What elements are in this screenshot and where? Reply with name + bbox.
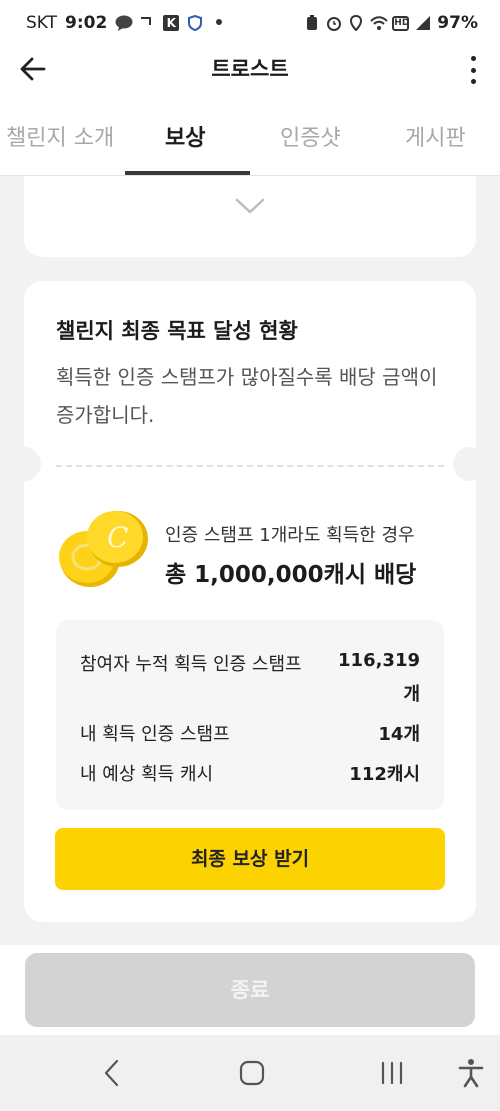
battery-percent: 97% xyxy=(437,13,478,33)
talk-notification-icon xyxy=(115,15,133,31)
chevron-down-icon[interactable] xyxy=(234,196,266,220)
tab-challenge-intro[interactable]: 챌린지 소개 xyxy=(6,120,114,152)
location-icon xyxy=(348,14,364,32)
stat-value-my-stamps: 14개 xyxy=(378,724,420,745)
more-vert-icon[interactable] xyxy=(468,56,478,84)
nav-back-icon[interactable] xyxy=(92,1055,132,1091)
wifi-icon xyxy=(370,15,389,31)
stat-unit-total-stamps: 개 xyxy=(403,684,420,705)
app-bar: 트로스트 xyxy=(0,46,500,92)
stat-value-total-stamps: 116,319 xyxy=(338,650,420,671)
tab-reward[interactable]: 보상 xyxy=(165,120,205,152)
app-notification-icon: K xyxy=(163,15,180,31)
bottom-action-area: 종료 xyxy=(0,945,500,1035)
nav-recents-icon[interactable] xyxy=(372,1055,412,1091)
collapsed-card xyxy=(24,176,476,257)
svg-text:C: C xyxy=(107,521,128,554)
tab-board[interactable]: 게시판 xyxy=(405,120,466,152)
card-title: 챌린지 최종 목표 달성 현황 xyxy=(56,319,298,343)
accessibility-icon[interactable] xyxy=(451,1055,491,1091)
dashed-divider xyxy=(56,465,444,467)
hd-voice-icon: HD xyxy=(392,15,409,31)
alarm-icon xyxy=(326,15,342,31)
signal-icon xyxy=(415,15,431,31)
stat-value-expected-cash: 112캐시 xyxy=(349,764,420,785)
carrier-label: SKT xyxy=(26,13,58,33)
tab-proof-shot[interactable]: 인증샷 xyxy=(280,120,341,152)
stats-box: 참여자 누적 획득 인증 스탬프 116,319 개 내 획득 인증 스탬프 1… xyxy=(56,620,444,810)
ticket-notch-left xyxy=(7,447,41,481)
battery-saver-icon xyxy=(304,15,320,31)
goal-status-card: 챌린지 최종 목표 달성 현황 획득한 인증 스탬프가 많아질수록 배당 금액이… xyxy=(24,281,476,922)
reward-total: 총 1,000,000캐시 배당 xyxy=(165,562,417,588)
nav-home-icon[interactable] xyxy=(232,1055,272,1091)
system-nav-bar xyxy=(0,1035,500,1111)
stat-label-my-stamps: 내 획득 인증 스탬프 xyxy=(80,724,230,745)
notification-icon xyxy=(139,15,155,31)
stat-label-total-stamps: 참여자 누적 획득 인증 스탬프 xyxy=(80,654,302,675)
card-description: 획득한 인증 스탬프가 많아질수록 배당 금액이 증가합니다. xyxy=(56,365,438,427)
page-title: 트로스트 xyxy=(211,57,289,81)
reward-condition: 인증 스탬프 1개라도 획득한 경우 xyxy=(165,525,415,546)
claim-final-reward-button[interactable]: 최종 보상 받기 xyxy=(55,828,445,890)
stat-label-expected-cash: 내 예상 획득 캐시 xyxy=(80,764,214,785)
status-bar: SKT 9:02 K HD 97% xyxy=(0,0,500,46)
more-notifications-dot-icon xyxy=(211,15,227,31)
clock-time: 9:02 xyxy=(65,13,108,33)
coin-icon: C xyxy=(54,509,154,589)
ticket-notch-right xyxy=(453,447,487,481)
active-tab-indicator xyxy=(125,171,250,175)
tab-bar: 챌린지 소개 보상 인증샷 게시판 xyxy=(0,92,500,176)
shield-notification-icon xyxy=(187,14,203,32)
end-button[interactable]: 종료 xyxy=(25,953,475,1027)
